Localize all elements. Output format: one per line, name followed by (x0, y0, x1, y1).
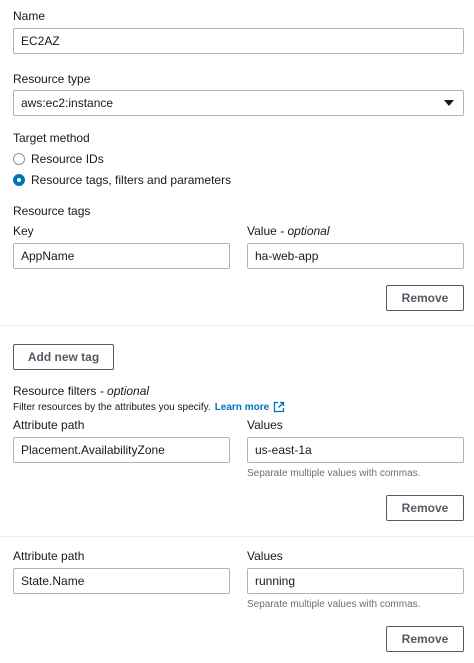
resource-filters-label-text: Resource filters (13, 384, 97, 398)
filter-1-attribute-input[interactable]: Placement.AvailabilityZone (13, 437, 230, 463)
filter-2-values-value: running (255, 574, 296, 588)
resource-filters-label: Resource filters - optional (13, 384, 149, 398)
radio-resource-tags-label[interactable]: Resource tags, filters and parameters (31, 173, 231, 187)
filter-1-hint: Separate multiple values with commas. (247, 468, 421, 479)
name-input[interactable]: EC2AZ (13, 28, 464, 54)
external-link-icon[interactable] (273, 401, 285, 413)
filter-2-attribute-label: Attribute path (13, 549, 85, 563)
filter-1-attribute-value: Placement.AvailabilityZone (21, 443, 165, 457)
target-method-label: Target method (13, 131, 90, 145)
filter-2-hint: Separate multiple values with commas. (247, 599, 421, 610)
remove-filter-2-button[interactable]: Remove (386, 626, 464, 652)
resource-tags-label: Resource tags (13, 204, 91, 218)
divider (0, 536, 474, 537)
name-label: Name (13, 9, 46, 23)
resource-type-label: Resource type (13, 72, 91, 86)
tag-key-input[interactable]: AppName (13, 243, 230, 269)
filter-1-values-input[interactable]: us-east-1a (247, 437, 464, 463)
add-new-tag-button[interactable]: Add new tag (13, 344, 114, 370)
tag-value-optional: - optional (276, 224, 330, 238)
resource-filters-description-text: Filter resources by the attributes you s… (13, 401, 211, 413)
radio-resource-ids[interactable] (13, 153, 25, 165)
remove-filter-1-button[interactable]: Remove (386, 495, 464, 521)
filter-2-values-label: Values (247, 549, 283, 563)
resource-filters-optional: - optional (96, 384, 150, 398)
filter-2-attribute-value: State.Name (21, 574, 85, 588)
radio-resource-ids-label[interactable]: Resource IDs (31, 152, 104, 166)
tag-key-label: Key (13, 224, 34, 238)
resource-filters-description: Filter resources by the attributes you s… (13, 401, 285, 413)
filter-2-attribute-input[interactable]: State.Name (13, 568, 230, 594)
tag-key-value: AppName (21, 249, 75, 263)
tag-value-value: ha-web-app (255, 249, 319, 263)
learn-more-link[interactable]: Learn more (215, 402, 269, 413)
caret-down-icon (444, 100, 454, 106)
divider (0, 325, 474, 326)
remove-tag-button[interactable]: Remove (386, 285, 464, 311)
tag-value-input[interactable]: ha-web-app (247, 243, 464, 269)
tag-value-label: Value - optional (247, 224, 330, 238)
radio-resource-tags[interactable] (13, 174, 25, 186)
filter-1-attribute-label: Attribute path (13, 418, 85, 432)
filter-2-values-input[interactable]: running (247, 568, 464, 594)
resource-type-value: aws:ec2:instance (21, 96, 114, 110)
tag-value-label-text: Value (247, 224, 277, 238)
name-input-value: EC2AZ (21, 34, 60, 48)
filter-1-values-value: us-east-1a (255, 443, 312, 457)
resource-type-select[interactable]: aws:ec2:instance (13, 90, 464, 116)
filter-1-values-label: Values (247, 418, 283, 432)
